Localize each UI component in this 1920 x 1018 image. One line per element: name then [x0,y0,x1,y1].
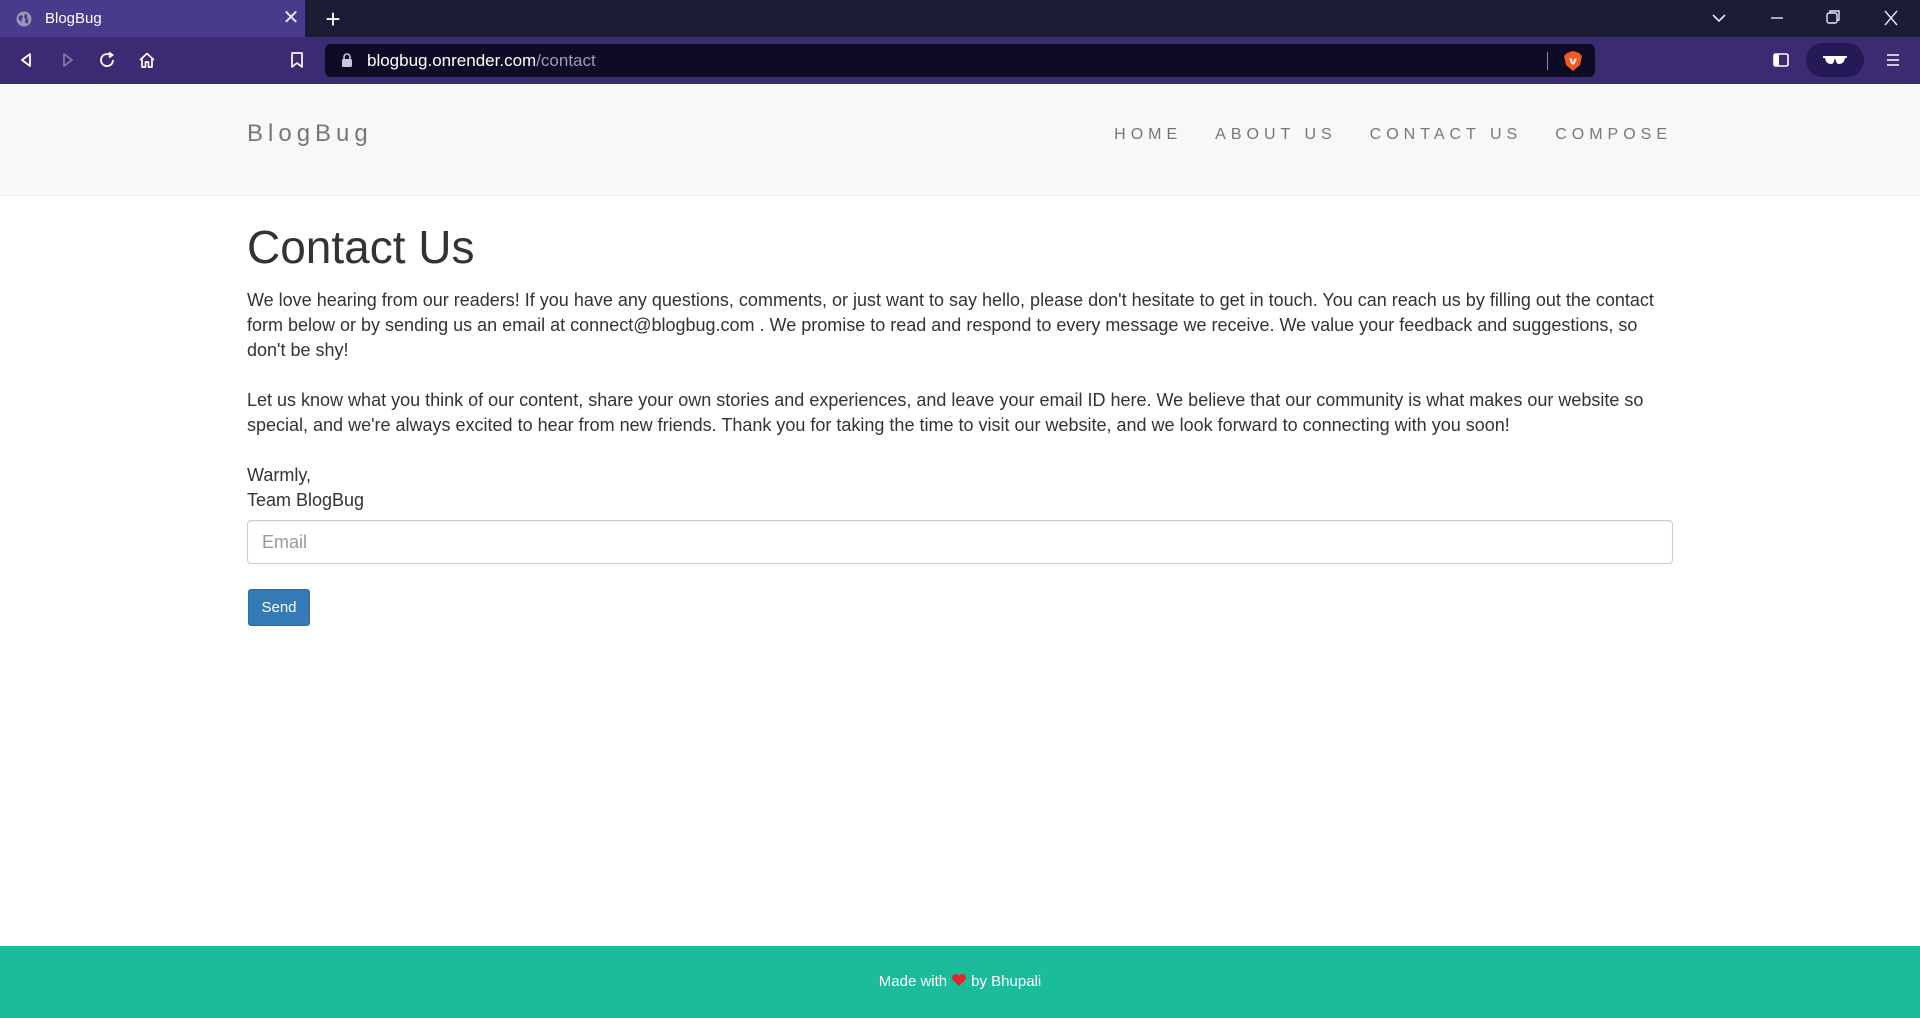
close-icon [1884,10,1898,26]
home-icon [139,52,155,68]
nav-home[interactable]: HOME [1114,126,1182,144]
private-wallet-button[interactable] [1806,43,1864,77]
contact-paragraph-1: We love hearing from our readers! If you… [247,290,1654,360]
contact-paragraph-2: Let us know what you think of our conten… [247,390,1644,435]
sidebar-toggle-button[interactable] [1768,47,1794,73]
close-window-button[interactable] [1878,6,1904,30]
forward-button[interactable] [54,47,80,73]
url-text: blogbug.onrender.com/contact [367,51,596,71]
bookmark-button[interactable] [284,47,310,73]
tab-title: BlogBug [45,10,102,27]
nav-contact-us[interactable]: CONTACT US [1370,126,1523,144]
minimize-icon [1771,17,1783,19]
sidebar-icon [1773,53,1789,67]
footer-author: by Bhupali [971,973,1042,990]
bookmark-icon [291,52,303,68]
home-button[interactable] [134,47,160,73]
restore-icon [1826,10,1840,24]
nav-about-us[interactable]: ABOUT US [1215,126,1337,144]
address-bar-divider [1547,52,1548,70]
site-navbar: BlogBug HOME ABOUT US CONTACT US COMPOSE [0,84,1920,196]
back-arrow-icon [21,53,31,67]
footer-made-with: Made with [878,973,948,990]
lock-icon [342,53,352,67]
url-path: /contact [536,51,596,70]
menu-button[interactable] [1880,47,1906,73]
forward-arrow-icon [63,53,73,67]
signoff: Warmly, [247,465,311,485]
globe-icon [16,11,32,27]
contact-content: Contact Us We love hearing from our read… [247,220,1673,513]
team-signature: Team BlogBug [247,490,365,510]
browser-tab-bar: BlogBug ✕ + [0,0,1920,37]
close-tab-icon[interactable]: ✕ [280,7,302,29]
brave-shields-icon[interactable] [1563,50,1583,72]
heart-icon [952,974,967,986]
footer-credit: Made with by Bhupali [0,973,1920,990]
reload-icon [100,51,115,67]
tab-search-button[interactable] [1706,6,1732,30]
back-button[interactable] [14,47,40,73]
nav-compose[interactable]: COMPOSE [1555,126,1672,144]
email-input[interactable] [247,520,1673,564]
page-title: Contact Us [247,221,475,273]
chevron-down-icon [1712,14,1726,23]
send-button[interactable]: Send [248,589,310,626]
reload-button[interactable] [94,47,120,73]
main-nav: HOME ABOUT US CONTACT US COMPOSE [1081,126,1672,144]
url-host: blogbug.onrender.com [367,51,537,70]
hamburger-menu-icon [1887,54,1899,66]
new-tab-button[interactable]: + [320,6,346,32]
browser-tab[interactable]: BlogBug ✕ [0,0,305,37]
site-footer: Made with by Bhupali [0,946,1920,1018]
minimize-button[interactable] [1764,6,1790,30]
browser-toolbar: blogbug.onrender.com/contact [0,37,1920,84]
site-brand[interactable]: BlogBug [247,120,373,148]
address-bar[interactable]: blogbug.onrender.com/contact [325,44,1595,77]
restore-button[interactable] [1820,6,1846,30]
sunglasses-icon [1823,56,1847,64]
